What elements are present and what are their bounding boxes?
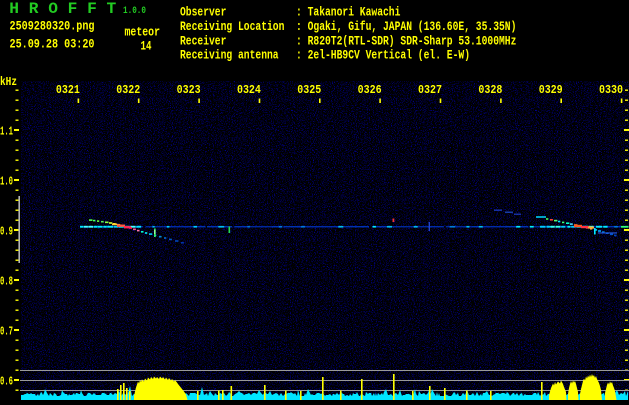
svg-text:1.1: 1.1 xyxy=(0,125,13,139)
svg-text:0.6: 0.6 xyxy=(0,375,13,389)
svg-text:0325: 0325 xyxy=(297,83,321,97)
svg-text:0322: 0322 xyxy=(116,83,140,97)
svg-text:0.9: 0.9 xyxy=(0,225,13,239)
svg-text:kHz: kHz xyxy=(0,75,17,89)
svg-text:0324: 0324 xyxy=(237,83,261,97)
svg-text:0.8: 0.8 xyxy=(0,275,13,289)
svg-text:0330: 0330 xyxy=(599,83,623,97)
svg-text:1.0.0: 1.0.0 xyxy=(123,6,146,17)
svg-text:25.09.28 03:20: 25.09.28 03:20 xyxy=(10,37,95,52)
svg-text:0326: 0326 xyxy=(358,83,382,97)
svg-text:H R O F F T: H R O F F T xyxy=(9,0,116,18)
svg-text:Receiving antenna : 2el-HB9C: Receiving antenna : 2el-HB9CV Vertical (… xyxy=(180,48,470,63)
svg-text:0327: 0327 xyxy=(418,83,442,97)
svg-text:2509280320.png: 2509280320.png xyxy=(10,19,95,34)
svg-text:0328: 0328 xyxy=(478,83,502,97)
svg-text:Receiver : R820T2(R: Receiver : R820T2(RTL-SDR) SDR-Sharp 53.… xyxy=(180,33,516,48)
svg-text:14: 14 xyxy=(141,39,152,54)
svg-text:meteor: meteor xyxy=(125,24,161,39)
svg-text:0.7: 0.7 xyxy=(0,325,13,339)
svg-text:1.0: 1.0 xyxy=(0,175,13,189)
svg-text:0329: 0329 xyxy=(539,83,563,97)
svg-text:0321: 0321 xyxy=(56,83,80,97)
svg-text:Observer : Takanori: Observer : Takanori Kawachi xyxy=(180,5,401,20)
svg-text:0323: 0323 xyxy=(177,83,201,97)
svg-text:Receiving Location : Ogaki, G: Receiving Location : Ogaki, Gifu, JAPAN … xyxy=(180,19,516,34)
